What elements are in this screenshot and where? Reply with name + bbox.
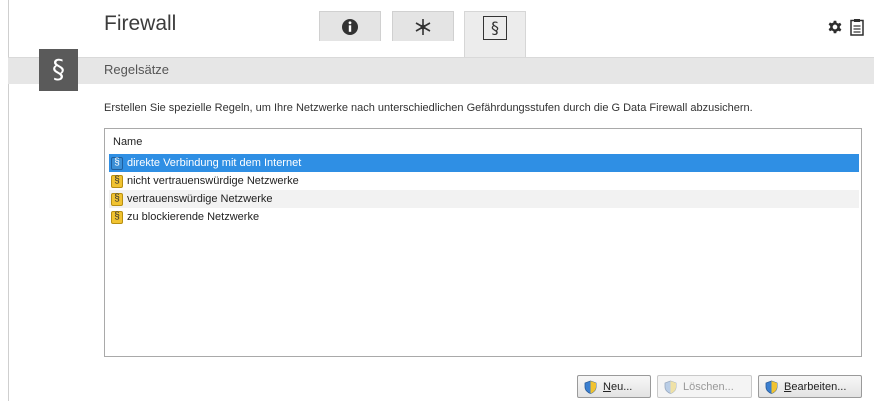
column-header-name[interactable]: Name — [113, 136, 142, 148]
list-item[interactable]: § zu blockierende Netzwerke — [109, 208, 859, 226]
section-description: Erstellen Sie spezielle Regeln, um Ihre … — [104, 102, 753, 114]
section-tile-paragraph-icon: § — [39, 49, 78, 91]
tab-rulesets[interactable]: § — [464, 11, 526, 57]
delete-button-label: Löschen... — [683, 380, 734, 393]
edit-button-label: earbeiten... — [791, 380, 847, 393]
network-icon — [415, 18, 431, 35]
delete-button[interactable]: Löschen... — [657, 375, 752, 398]
list-item[interactable]: § nicht vertrauenswürdige Netzwerke — [109, 172, 859, 190]
list-item-label: direkte Verbindung mit dem Internet — [127, 157, 302, 169]
list-item-label: vertrauenswürdige Netzwerke — [127, 193, 273, 205]
section-label: Regelsätze — [104, 62, 170, 77]
gear-icon[interactable] — [826, 18, 844, 36]
tab-info[interactable] — [319, 11, 381, 41]
ruleset-icon: § — [111, 210, 123, 224]
ruleset-icon: § — [111, 174, 123, 188]
new-button-label: eu... — [610, 380, 633, 393]
new-button[interactable]: Neu... — [577, 375, 651, 398]
list-item[interactable]: § direkte Verbindung mit dem Internet — [109, 154, 859, 172]
page-title: Firewall — [104, 12, 177, 35]
edit-button[interactable]: Bearbeiten... — [758, 375, 862, 398]
clipboard-icon[interactable] — [850, 18, 864, 36]
shield-icon — [765, 380, 778, 394]
section-header-bar: Regelsätze — [8, 57, 874, 84]
list-item-label: nicht vertrauenswürdige Netzwerke — [127, 175, 299, 187]
ruleset-list[interactable]: Name § direkte Verbindung mit dem Intern… — [104, 128, 862, 357]
info-icon — [342, 18, 358, 35]
paragraph-icon: § — [483, 15, 507, 40]
ruleset-icon: § — [111, 192, 123, 206]
shield-icon — [584, 380, 597, 394]
ruleset-icon: § — [111, 156, 123, 170]
tab-network[interactable] — [392, 11, 454, 41]
shield-icon — [664, 380, 677, 394]
list-item[interactable]: § vertrauenswürdige Netzwerke — [109, 190, 859, 208]
new-button-mnemonic: N — [603, 380, 611, 393]
list-item-label: zu blockierende Netzwerke — [127, 211, 260, 223]
